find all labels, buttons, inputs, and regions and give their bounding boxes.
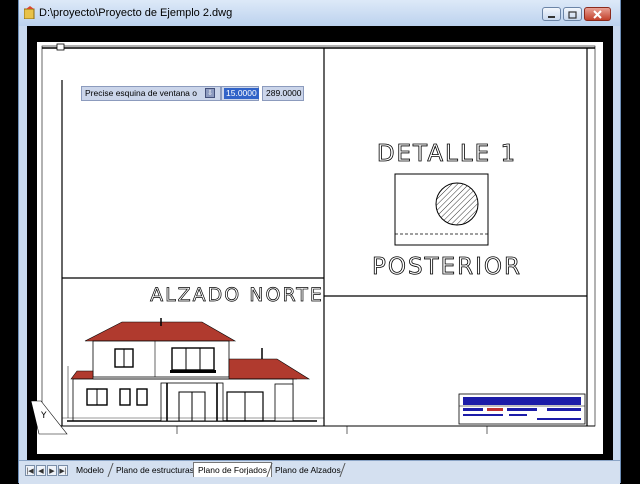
- tab-label: Plano de estructuras: [116, 465, 194, 475]
- command-prompt-text: Precise esquina de ventana o: [85, 88, 197, 98]
- close-icon: [593, 10, 602, 19]
- cad-window: D:\proyecto\Proyecto de Ejemplo 2.dwg DE…: [18, 0, 621, 484]
- arrow-down-icon: ⇩: [207, 90, 213, 97]
- maximize-icon: [568, 11, 577, 19]
- window-left-gutter: [19, 26, 27, 460]
- ucs-label: Y: [40, 411, 47, 421]
- prev-tab-button[interactable]: ◀: [36, 465, 46, 476]
- tab-label: Modelo: [76, 465, 104, 475]
- coordinate-x-field[interactable]: 15.0000: [221, 86, 259, 101]
- next-tab-button[interactable]: ▶: [47, 465, 57, 476]
- coordinate-x-value: 15.0000: [224, 88, 259, 99]
- maximize-button[interactable]: [563, 7, 582, 21]
- prev-icon: ◀: [38, 468, 44, 475]
- title-bar[interactable]: D:\proyecto\Proyecto de Ejemplo 2.dwg: [19, 0, 620, 26]
- tab-plano-alzados[interactable]: Plano de Alzados: [271, 463, 345, 477]
- detail-title: DETALLE 1: [377, 141, 517, 167]
- tab-plano-estructuras[interactable]: Plano de estructuras: [112, 463, 198, 477]
- detail-subtitle: POSTERIOR: [372, 254, 522, 280]
- app-icon: [24, 6, 35, 19]
- command-prompt: Precise esquina de ventana o: [81, 86, 221, 101]
- coordinate-y-value: 289.0000: [266, 88, 302, 98]
- first-icon: |◀: [26, 468, 34, 475]
- window-title: D:\proyecto\Proyecto de Ejemplo 2.dwg: [39, 7, 233, 19]
- prompt-options-button[interactable]: ⇩: [205, 88, 215, 98]
- hatched-circle: [435, 182, 479, 226]
- tab-plano-forjados[interactable]: Plano de Forjados: [193, 462, 272, 477]
- tab-label: Plano de Alzados: [275, 465, 341, 475]
- coordinate-y-field[interactable]: 289.0000: [262, 86, 304, 101]
- last-tab-button[interactable]: ▶|: [58, 465, 68, 476]
- first-tab-button[interactable]: |◀: [25, 465, 35, 476]
- close-button[interactable]: [584, 7, 611, 21]
- last-icon: ▶|: [59, 468, 67, 475]
- grip-marker: [56, 43, 65, 51]
- minimize-icon: [548, 16, 555, 18]
- minimize-button[interactable]: [542, 7, 561, 21]
- elevation-title: ALZADO NORTE: [150, 284, 324, 306]
- tab-modelo[interactable]: Modelo: [72, 463, 108, 477]
- tab-label: Plano de Forjados: [198, 465, 267, 475]
- title-block: [458, 393, 586, 425]
- drawing-area[interactable]: DETALLE 1 POSTERIOR ALZADO NORTE Y Preci…: [27, 26, 613, 460]
- next-icon: ▶: [49, 468, 55, 475]
